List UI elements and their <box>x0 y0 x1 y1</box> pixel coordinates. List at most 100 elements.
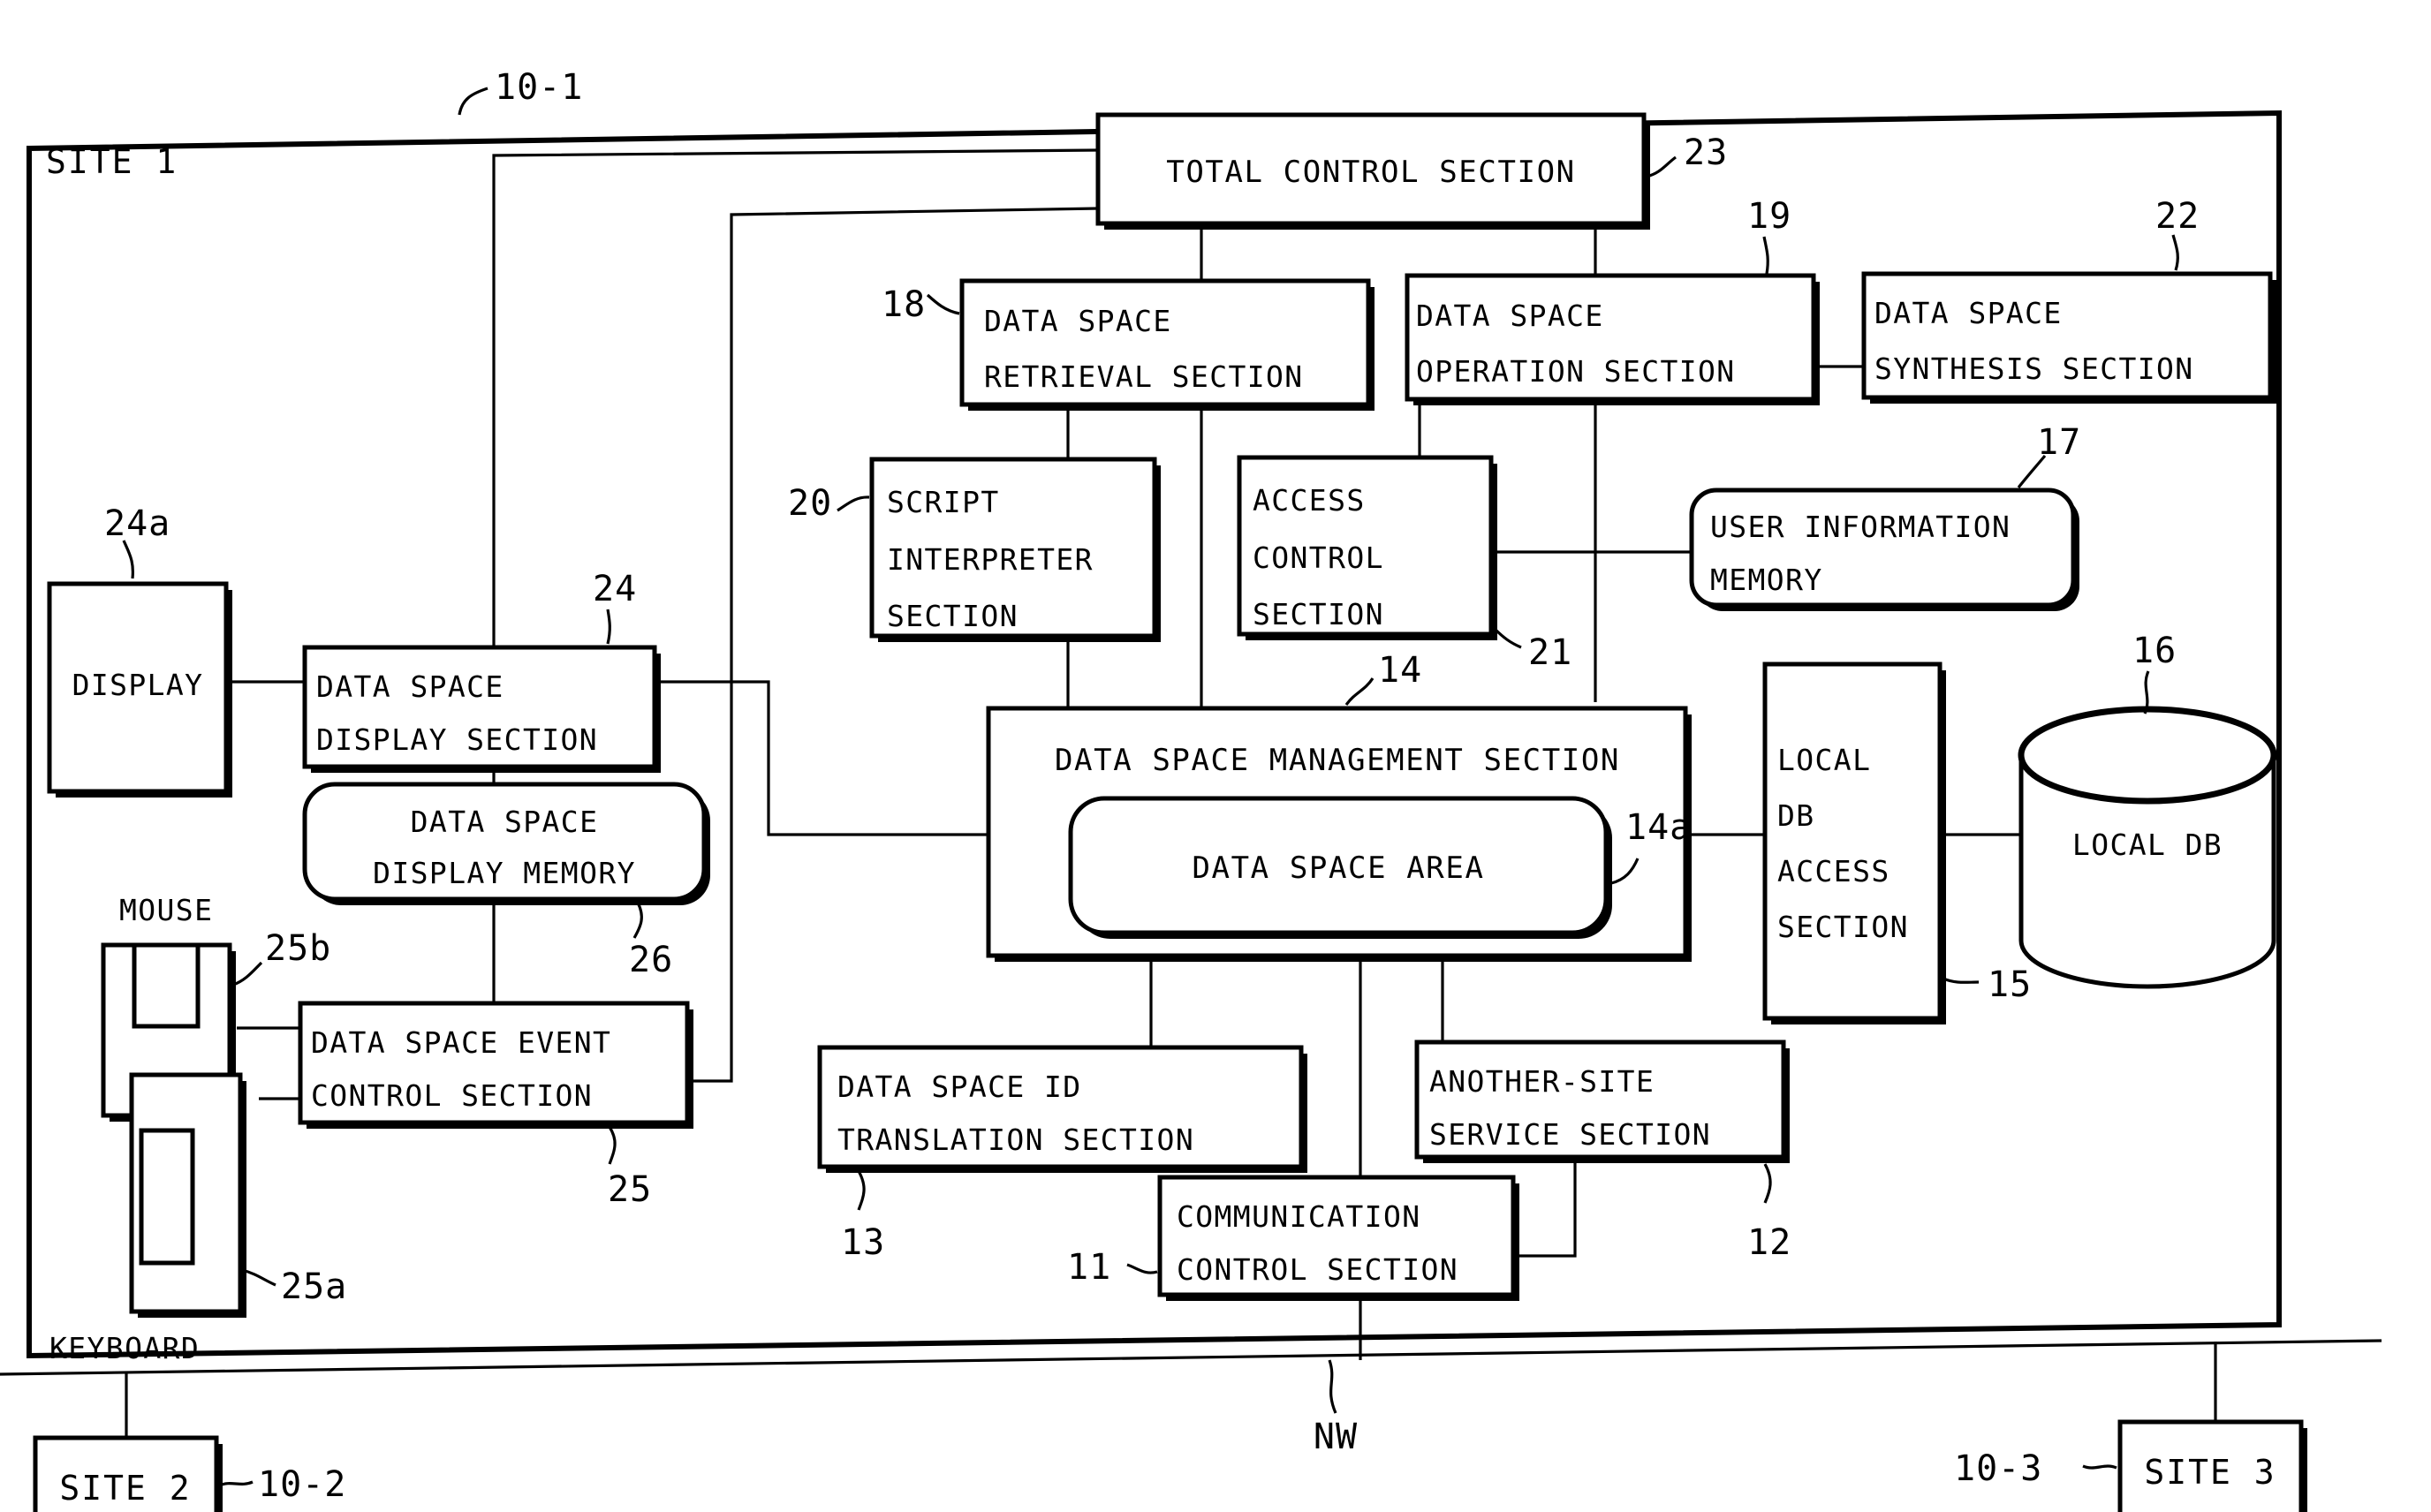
box-data-space-event-control-section[interactable]: DATA SPACE EVENT CONTROL SECTION <box>298 1001 693 1129</box>
data-space-synthesis-label-1: DATA SPACE <box>1874 296 2063 330</box>
data-space-event-control-label-2: CONTROL SECTION <box>311 1078 593 1113</box>
data-space-retrieval-label-2: RETRIEVAL SECTION <box>984 359 1304 394</box>
ref-label-21: 21 <box>1528 632 1572 673</box>
data-space-id-translation-label-1: DATA SPACE ID <box>837 1070 1081 1104</box>
box-user-information-memory[interactable]: USER INFORMATION MEMORY <box>1689 488 2079 611</box>
ref-label-10-2: 10-2 <box>258 1464 346 1505</box>
ref-label-22: 22 <box>2155 196 2200 237</box>
box-local-db-access-section[interactable]: LOCAL DB ACCESS SECTION <box>1762 662 1946 1024</box>
data-space-synthesis-label-2: SYNTHESIS SECTION <box>1874 352 2194 386</box>
ref-11: 11 <box>1067 1247 1158 1288</box>
figure-canvas: TOTAL CONTROL SECTION 23 DATA SPACE RETR… <box>0 0 2431 1512</box>
local-db-access-label-1: LOCAL <box>1777 743 1871 777</box>
local-db-access-label-2: DB <box>1777 798 1815 833</box>
ref-label-26: 26 <box>629 940 673 980</box>
mouse-label-group: MOUSE <box>119 893 213 927</box>
ref-13: 13 <box>841 1170 885 1263</box>
keyboard-label-group: KEYBOARD <box>49 1331 200 1365</box>
ref-label-19: 19 <box>1747 196 1791 237</box>
ref-25a: 25a <box>241 1266 347 1307</box>
ref-10-1: 10-1 <box>495 67 582 108</box>
script-interpreter-label-1: SCRIPT <box>887 485 1000 519</box>
box-another-site-service-section[interactable]: ANOTHER-SITE SERVICE SECTION <box>1414 1040 1790 1163</box>
ref-25b: 25b <box>232 928 331 987</box>
data-space-display-memory-label-1: DATA SPACE <box>411 805 599 839</box>
box-data-space-area[interactable]: DATA SPACE AREA <box>1068 796 1612 939</box>
ref-label-17: 17 <box>2037 422 2081 463</box>
data-space-management-label: DATA SPACE MANAGEMENT SECTION <box>1055 743 1620 778</box>
mouse-label: MOUSE <box>119 893 213 927</box>
local-db-access-label-4: SECTION <box>1777 910 1909 944</box>
box-data-space-retrieval-section[interactable]: DATA SPACE RETRIEVAL SECTION <box>959 278 1375 411</box>
box-data-space-display-memory[interactable]: DATA SPACE DISPLAY MEMORY <box>302 782 710 905</box>
box-data-space-synthesis-section[interactable]: DATA SPACE SYNTHESIS SECTION <box>1861 271 2276 404</box>
local-db-cylinder[interactable]: LOCAL DB <box>2018 706 2277 989</box>
box-access-control-section[interactable]: ACCESS CONTROL SECTION <box>1237 455 1497 640</box>
another-site-service-label-2: SERVICE SECTION <box>1429 1117 1711 1152</box>
ref-label-10-3: 10-3 <box>1954 1448 2042 1489</box>
data-space-operation-label-2: OPERATION SECTION <box>1416 354 1736 389</box>
box-site2[interactable]: SITE 2 <box>33 1435 223 1512</box>
ref-label-14: 14 <box>1378 650 1422 691</box>
total-control-section-label: TOTAL CONTROL SECTION <box>1166 155 1575 190</box>
box-total-control-section[interactable]: TOTAL CONTROL SECTION <box>1095 112 1650 230</box>
ref-18: 18 <box>882 284 960 325</box>
ref-14: 14 <box>1344 650 1422 706</box>
ref-26: 26 <box>629 902 673 980</box>
ref-label-25b: 25b <box>265 928 331 969</box>
data-space-area-label: DATA SPACE AREA <box>1192 850 1484 886</box>
site1-label-group: SITE 1 <box>46 142 178 181</box>
ref-24: 24 <box>593 569 637 645</box>
box-data-space-id-translation-section[interactable]: DATA SPACE ID TRANSLATION SECTION <box>817 1045 1307 1173</box>
ref-17: 17 <box>2017 422 2081 488</box>
ref-label-24a: 24a <box>104 503 170 544</box>
ref-label-11: 11 <box>1067 1247 1111 1288</box>
user-information-memory-label-2: MEMORY <box>1710 563 1823 597</box>
ref-25: 25 <box>608 1126 651 1210</box>
site3-label: SITE 3 <box>2144 1453 2276 1492</box>
block-diagram-svg: TOTAL CONTROL SECTION 23 DATA SPACE RETR… <box>0 67 2382 1512</box>
keyboard-icon[interactable] <box>129 1072 246 1318</box>
ref-label-23: 23 <box>1684 132 1728 173</box>
site2-label: SITE 2 <box>59 1469 191 1508</box>
ref-leader-10-1 <box>458 87 488 116</box>
ref-label-14a: 14a <box>1625 807 1692 848</box>
ref-15: 15 <box>1943 964 2032 1005</box>
script-interpreter-label-3: SECTION <box>887 599 1019 633</box>
access-control-label-2: CONTROL <box>1253 541 1384 575</box>
ref-label-13: 13 <box>841 1222 885 1263</box>
ref-label-18: 18 <box>882 284 926 325</box>
ref-10-3: 10-3 <box>1954 1448 2117 1489</box>
user-information-memory-label-1: USER INFORMATION <box>1710 510 2011 544</box>
ref-label-25a: 25a <box>281 1266 347 1307</box>
communication-control-label-1: COMMUNICATION <box>1177 1199 1420 1234</box>
communication-control-label-2: CONTROL SECTION <box>1177 1252 1458 1287</box>
ref-label-12: 12 <box>1747 1222 1791 1263</box>
another-site-service-label-1: ANOTHER-SITE <box>1429 1064 1655 1099</box>
access-control-label-1: ACCESS <box>1253 483 1366 518</box>
ref-label-15: 15 <box>1988 964 2032 1005</box>
display-label: DISPLAY <box>72 668 204 702</box>
script-interpreter-label-2: INTERPRETER <box>887 542 1094 577</box>
local-db-access-label-3: ACCESS <box>1777 854 1890 888</box>
keyboard-label: KEYBOARD <box>49 1331 200 1365</box>
data-space-id-translation-label-2: TRANSLATION SECTION <box>837 1123 1194 1157</box>
data-space-display-label-1: DATA SPACE <box>316 669 504 704</box>
ref-22: 22 <box>2155 196 2200 271</box>
local-db-label: LOCAL DB <box>2072 828 2223 862</box>
box-communication-control-section[interactable]: COMMUNICATION CONTROL SECTION <box>1157 1175 1519 1301</box>
nw-label: NW <box>1314 1417 1358 1457</box>
site1-label: SITE 1 <box>46 142 178 181</box>
box-data-space-display-section[interactable]: DATA SPACE DISPLAY SECTION <box>302 645 661 773</box>
ref-12: 12 <box>1747 1163 1791 1263</box>
box-site3[interactable]: SITE 3 <box>2117 1419 2307 1512</box>
data-space-display-label-2: DISPLAY SECTION <box>316 722 598 757</box>
data-space-operation-label-1: DATA SPACE <box>1416 299 1604 333</box>
box-script-interpreter-section[interactable]: SCRIPT INTERPRETER SECTION <box>869 457 1161 642</box>
ref-16: 16 <box>2132 631 2176 714</box>
box-display[interactable]: DISPLAY <box>47 581 232 798</box>
ref-20: 20 <box>788 483 870 524</box>
box-data-space-operation-section[interactable]: DATA SPACE OPERATION SECTION <box>1405 273 1820 405</box>
ref-label-20: 20 <box>788 483 832 524</box>
ref-label-24: 24 <box>593 569 637 609</box>
